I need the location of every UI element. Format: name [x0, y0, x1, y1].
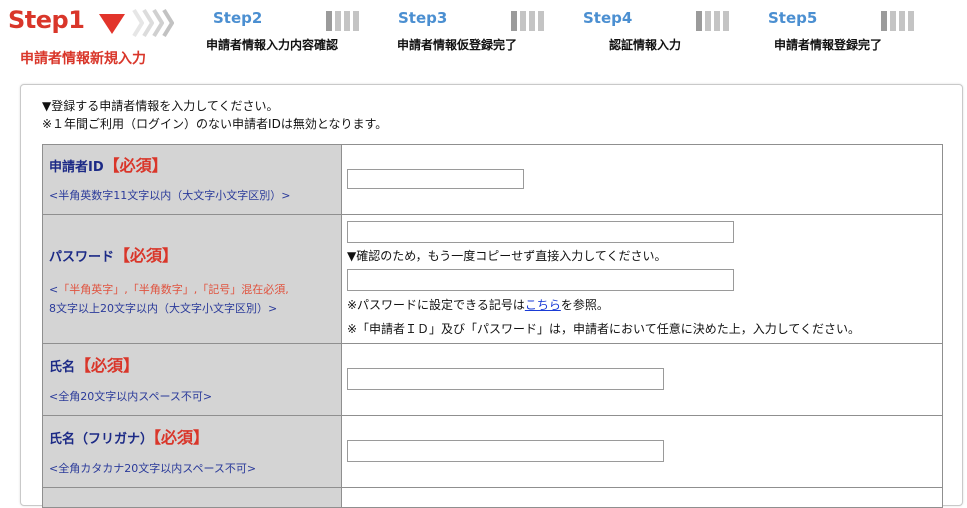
id-password-decide-note: ※「申請者ＩＤ」及び「パスワード」は，申請者において任意に決めた上，入力してくだ… — [347, 322, 860, 336]
step3-description: 申請者情報仮登録完了 — [397, 38, 518, 52]
name-kana-label-cell: 氏名（フリガナ）【必須】 <全角カタカナ20文字以内スペース不可> — [42, 415, 342, 488]
password-value-cell: ▼確認のため，もう一度コピーせず直接入力してください。 ※パスワードに設定できる… — [341, 214, 943, 344]
required-badge: 【必須】 — [114, 246, 179, 265]
name-kana-hint: <全角カタカナ20文字以内スペース不可> — [49, 462, 257, 475]
user-id-hint: <半角英数字11文字以内（大文字小文字区別）> — [49, 189, 291, 202]
step3-label: Step3 — [398, 9, 448, 27]
step1-label: Step1 — [8, 6, 85, 34]
symbols-note-prefix: ※パスワードに設定できる記号は — [347, 298, 525, 312]
password-hint-mixed: 「半角英字」,「半角数字」,「記号」混在必須, — [58, 283, 289, 296]
password-hint: <「半角英字」,「半角数字」,「記号」混在必須, 8文字以上20文字以内（大文字… — [49, 280, 341, 318]
current-step-arrow-icon — [99, 14, 125, 34]
step2-label: Step2 — [213, 9, 263, 27]
password-hint-length: 8文字以上20文字以内（大文字小文字区別）> — [49, 302, 278, 315]
symbols-note-suffix: を参照。 — [560, 298, 609, 312]
name-kana-row: 氏名（フリガナ）【必須】 <全角カタカナ20文字以内スペース不可> — [42, 415, 943, 488]
step4-description: 認証情報入力 — [609, 38, 682, 52]
step2-bars-icon — [326, 11, 362, 31]
required-badge: 【必須】 — [153, 428, 210, 447]
user-id-value-cell — [341, 144, 943, 215]
step5-bars-icon — [881, 11, 917, 31]
name-kana-value-cell — [341, 415, 943, 488]
required-badge: 【必須】 — [103, 156, 168, 175]
name-label: 氏名 — [49, 360, 76, 375]
required-badge: 【必須】 — [75, 356, 140, 375]
password-confirm-input[interactable] — [347, 269, 734, 291]
password-confirm-note: ▼確認のため，もう一度コピーせず直接入力してください。 — [347, 249, 667, 263]
step-progress: Step1 申請者情報新規入力 Step2 申請者情報入力内容確認 Step3 … — [0, 0, 967, 80]
name-input[interactable] — [347, 368, 664, 390]
password-label: パスワード — [49, 250, 115, 265]
intro-instruction: ▼登録する申請者情報を入力してください。 — [42, 99, 279, 113]
step4-bars-icon — [696, 11, 732, 31]
step2-description: 申請者情報入力内容確認 — [206, 38, 339, 52]
user-id-label: 申請者ID — [49, 160, 104, 175]
step4-label: Step4 — [583, 9, 633, 27]
name-label-cell: 氏名【必須】 <全角20文字以内スペース不可> — [42, 343, 342, 416]
name-value-cell — [341, 343, 943, 416]
password-label-cell: パスワード【必須】 <「半角英字」,「半角数字」,「記号」混在必須, 8文字以上… — [42, 214, 342, 344]
user-id-row: 申請者ID【必須】 <半角英数字11文字以内（大文字小文字区別）> — [42, 144, 943, 215]
password-input[interactable] — [347, 221, 734, 243]
applicant-form-table: 申請者ID【必須】 <半角英数字11文字以内（大文字小文字区別）> パスワード【… — [42, 144, 943, 508]
password-symbols-note: ※パスワードに設定できる記号はこちらを参照。 — [347, 296, 942, 313]
form-intro: ▼登録する申請者情報を入力してください。 ※１年間ご利用（ログイン）のない申請者… — [42, 97, 387, 133]
step1-description: 申請者情報新規入力 — [20, 51, 146, 67]
intro-notice: ※１年間ご利用（ログイン）のない申請者IDは無効となります。 — [42, 117, 388, 131]
name-hint: <全角20文字以内スペース不可> — [49, 390, 213, 403]
step5-description: 申請者情報登録完了 — [774, 38, 883, 52]
step5-label: Step5 — [768, 9, 818, 27]
name-row: 氏名【必須】 <全角20文字以内スペース不可> — [42, 343, 943, 416]
step3-bars-icon — [511, 11, 547, 31]
password-row: パスワード【必須】 <「半角英字」,「半角数字」,「記号」混在必須, 8文字以上… — [42, 214, 943, 344]
name-kana-input[interactable] — [347, 440, 664, 462]
user-id-input[interactable] — [347, 169, 524, 189]
name-kana-label: 氏名（フリガナ） — [49, 432, 154, 447]
applicant-form-panel: ▼登録する申請者情報を入力してください。 ※１年間ご利用（ログイン）のない申請者… — [20, 84, 963, 508]
chevron-arrows-icon — [132, 8, 174, 38]
password-hint-open: < — [49, 283, 59, 296]
symbols-link[interactable]: こちら — [525, 298, 561, 312]
user-id-label-cell: 申請者ID【必須】 <半角英数字11文字以内（大文字小文字区別）> — [42, 144, 342, 215]
